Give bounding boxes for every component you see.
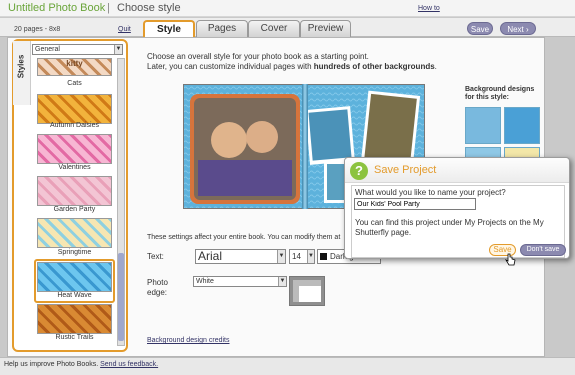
photo-edge-label: Photo edge: — [147, 278, 168, 297]
style-thumbnail-label: Autumn Daisies — [49, 122, 100, 129]
quit-link[interactable]: Quit — [118, 26, 131, 33]
intro-line-2: Later, you can customize individual page… — [147, 62, 437, 71]
style-thumbnail[interactable] — [37, 304, 112, 334]
tab-cover[interactable]: Cover — [248, 20, 300, 37]
dialog-info: You can find this project under My Proje… — [355, 218, 544, 237]
photo-edge-preview-inner — [293, 280, 321, 302]
help-text: Help us improve Photo Books. Send us fee… — [4, 361, 158, 368]
style-thumbnail-label: Garden Party — [53, 206, 96, 213]
style-thumbnail-label: Springtime — [57, 249, 92, 256]
styles-tab-label: Styles — [16, 54, 26, 79]
pages-info: 20 pages - 8x8 — [14, 26, 61, 33]
book-spine — [302, 84, 308, 209]
tab-style[interactable]: Style — [143, 20, 195, 38]
title-separator: | — [107, 2, 110, 14]
chevron-down-icon[interactable]: ▼ — [278, 277, 286, 286]
style-thumbnail[interactable] — [37, 134, 112, 164]
sidebar-scroll-thumb[interactable] — [118, 253, 124, 341]
app-title: Untitled Photo Book — [8, 2, 106, 14]
next-button[interactable]: Next › — [500, 22, 536, 35]
intro-suffix: . — [434, 62, 437, 71]
tab-pages[interactable]: Pages — [196, 20, 248, 37]
style-thumbnail-label: Valentines — [58, 164, 91, 171]
chevron-down-icon[interactable]: ▼ — [307, 250, 314, 263]
background-swatch[interactable] — [504, 107, 540, 144]
font-select[interactable]: Arial — [195, 249, 286, 264]
project-name-input[interactable] — [354, 198, 476, 210]
tab-preview[interactable]: Preview — [300, 20, 351, 37]
intro-prefix: Later, you can customize individual page… — [147, 62, 314, 71]
step-title: Choose style — [117, 2, 181, 14]
save-button[interactable]: Save — [467, 22, 493, 35]
background-swatch[interactable] — [465, 107, 501, 144]
dialog-title: Save Project — [374, 164, 437, 176]
question-icon: ? — [350, 162, 368, 180]
style-thumbnail-text: kitty — [66, 59, 83, 68]
style-thumbnail[interactable] — [37, 94, 112, 124]
intro-bold: hundreds of other backgrounds — [313, 62, 435, 71]
category-select[interactable]: General — [32, 44, 123, 55]
intro-line-1: Choose an overall style for your photo b… — [147, 52, 369, 61]
help-text-label: Help us improve Photo Books. — [4, 361, 101, 368]
next-label: Next — [507, 25, 524, 34]
chevron-down-icon[interactable]: ▼ — [277, 250, 285, 263]
style-thumbnail[interactable] — [37, 262, 112, 292]
feedback-link[interactable]: Send us feedback. — [100, 361, 158, 368]
settings-note: These settings affect your entire book. … — [147, 234, 341, 241]
photo-edge-select[interactable]: White — [193, 276, 287, 287]
style-thumbnail-label: Heat Wave — [57, 292, 92, 299]
dialog-question: What would you like to name your project… — [355, 188, 506, 197]
hand-cursor-icon — [505, 253, 516, 266]
style-thumbnail[interactable]: kitty — [37, 58, 112, 76]
style-thumbnail-label: Rustic Trails — [55, 334, 94, 341]
chevron-down-icon[interactable]: ▼ — [114, 45, 122, 54]
chevron-right-icon: › — [523, 25, 529, 34]
text-label: Text: — [147, 252, 164, 261]
background-credits-link[interactable]: Background design credits — [147, 337, 230, 344]
style-thumbnail-label: Cats — [67, 80, 82, 87]
how-to-link[interactable]: How to — [418, 5, 440, 12]
style-thumbnail[interactable] — [37, 218, 112, 248]
style-thumbnail[interactable] — [37, 176, 112, 206]
dont-save-button[interactable]: Don't save — [520, 244, 566, 256]
color-swatch-icon — [320, 253, 327, 260]
background-designs-label: Background designs for this style: — [465, 86, 535, 101]
